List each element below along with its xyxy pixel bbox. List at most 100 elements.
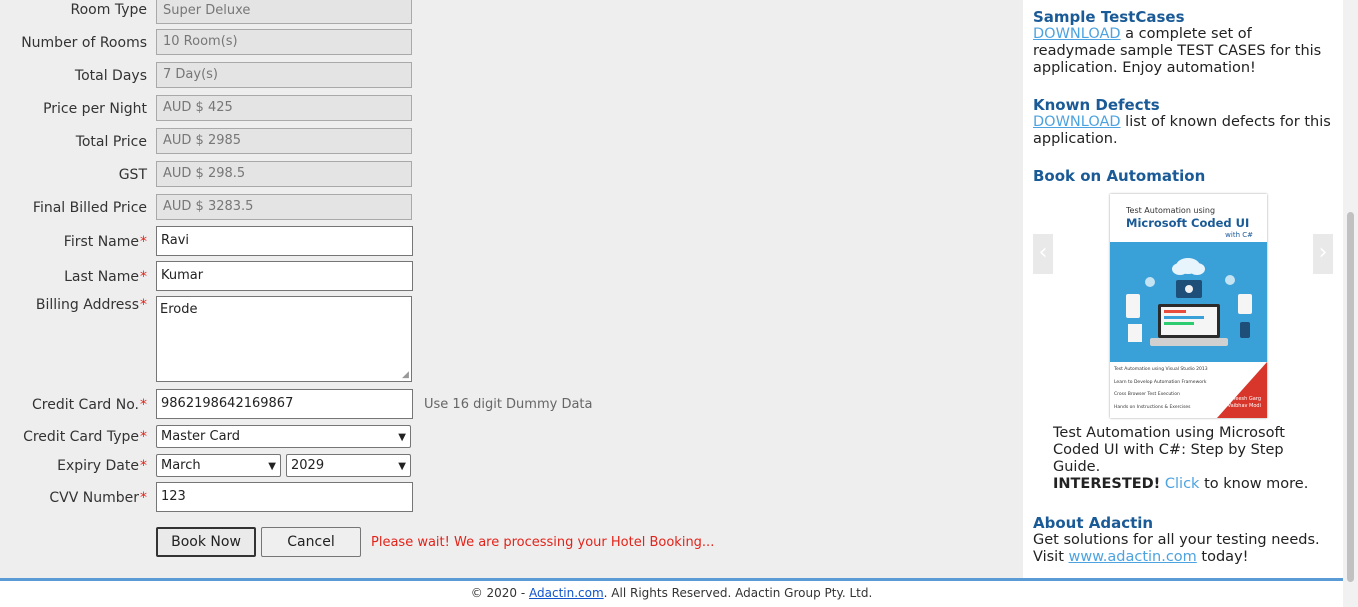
carousel-next-button[interactable]: › [1313, 234, 1333, 274]
total-days-field: 7 Day(s) [156, 62, 412, 88]
footer-prefix: © 2020 - [470, 586, 530, 600]
credit-card-type-label: Credit Card Type* [23, 429, 147, 445]
first-name-label: First Name* [64, 234, 147, 250]
required-mark: * [140, 458, 147, 474]
expiry-month-value: March [161, 458, 201, 473]
total-price-field: AUD $ 2985 [156, 128, 412, 154]
cvv-number-label: CVV Number* [49, 490, 147, 506]
about-adactin-heading: About Adactin [1033, 514, 1154, 532]
billing-address-label-text: Billing Address [35, 297, 139, 313]
chevron-right-icon: › [1318, 240, 1328, 265]
book-cover-footer: Test Automation using Visual Studio 2013… [1110, 362, 1267, 418]
visit-text: Visit [1033, 549, 1069, 565]
expiry-year-value: 2029 [291, 458, 325, 473]
expiry-date-label: Expiry Date* [57, 458, 147, 474]
expiry-month-select[interactable]: March ▼ [156, 454, 281, 477]
chevron-down-icon: ▼ [398, 461, 406, 472]
known-defects-download-link[interactable]: DOWNLOAD [1033, 114, 1121, 130]
about-adactin-line2: Visit www.adactin.com today! [1033, 549, 1338, 566]
total-price-label: Total Price [75, 134, 147, 150]
know-more-text: to know more. [1199, 476, 1309, 492]
credit-card-no-label-text: Credit Card No. [32, 397, 139, 413]
final-billed-price-label: Final Billed Price [32, 200, 147, 216]
footer: © 2020 - Adactin.com. All Rights Reserve… [0, 586, 1343, 600]
book-cover-bullet: Learn to Develop Automation Framework [1114, 379, 1207, 385]
final-billed-price-field: AUD $ 3283.5 [156, 194, 412, 220]
click-link[interactable]: Click [1165, 476, 1200, 492]
book-on-automation-heading: Book on Automation [1033, 167, 1206, 185]
book-description: Test Automation using Microsoft Coded UI… [1053, 425, 1285, 475]
cancel-button[interactable]: Cancel [261, 527, 361, 557]
book-cover-bullet: Test Automation using Visual Studio 2013 [1114, 367, 1208, 372]
required-mark: * [140, 490, 147, 506]
book-cover-bullet: Hands on Instructions & Exercises [1114, 404, 1191, 410]
book-cover-author: Vaibhav Modi [1227, 403, 1261, 409]
sample-testcases-heading: Sample TestCases [1033, 8, 1185, 26]
processing-message: Please wait! We are processing your Hote… [371, 535, 715, 550]
book-cover-image[interactable]: Test Automation using Microsoft Coded UI… [1110, 194, 1267, 418]
about-adactin-line1: Get solutions for all your testing needs… [1033, 532, 1320, 548]
credit-card-no-label: Credit Card No.* [32, 397, 147, 413]
first-name-label-text: First Name [63, 234, 139, 250]
required-mark: * [140, 297, 147, 313]
required-mark: * [140, 234, 147, 250]
last-name-label: Last Name* [64, 269, 147, 285]
required-mark: * [140, 429, 147, 445]
credit-card-no-input[interactable]: 9862198642169867 [156, 389, 413, 419]
gst-field: AUD $ 298.5 [156, 161, 412, 187]
book-cover-bullets: Test Automation using Visual Studio 2013… [1114, 364, 1224, 414]
credit-card-type-select[interactable]: Master Card ▼ [156, 425, 411, 448]
interested-text: INTERESTED! [1053, 476, 1161, 492]
expiry-year-select[interactable]: 2029 ▼ [286, 454, 411, 477]
vertical-scrollbar[interactable] [1343, 0, 1358, 607]
book-cover-illustration [1110, 242, 1267, 362]
required-mark: * [140, 397, 147, 413]
book-now-button[interactable]: Book Now [156, 527, 256, 557]
last-name-label-text: Last Name [64, 269, 139, 285]
today-text: today! [1196, 549, 1249, 565]
credit-card-hint: Use 16 digit Dummy Data [424, 397, 593, 412]
sample-testcases-text: DOWNLOAD a complete set of readymade sam… [1033, 26, 1338, 77]
gst-label: GST [118, 167, 147, 183]
book-interested-line: INTERESTED! Click to know more. [1053, 476, 1343, 493]
chevron-down-icon: ▼ [398, 432, 406, 443]
price-per-night-label: Price per Night [43, 101, 147, 117]
footer-suffix: . All Rights Reserved. Adactin Group Pty… [603, 586, 873, 600]
expiry-date-label-text: Expiry Date [57, 458, 139, 474]
chevron-left-icon: ‹ [1038, 240, 1048, 265]
book-cover-title: Microsoft Coded UI [1126, 216, 1250, 230]
resize-handle-icon[interactable]: ◢ [402, 370, 409, 380]
room-type-label: Room Type [70, 2, 147, 18]
about-adactin-text: Get solutions for all your testing needs… [1033, 532, 1338, 566]
booking-form-panel: Room Type Super Deluxe Number of Rooms 1… [0, 0, 1023, 578]
chevron-down-icon: ▼ [268, 461, 276, 472]
number-of-rooms-label: Number of Rooms [21, 35, 147, 51]
sidebar: Sample TestCases DOWNLOAD a complete set… [1023, 0, 1343, 578]
credit-card-type-label-text: Credit Card Type [23, 429, 139, 445]
book-cover-subtitle: Test Automation using [1126, 206, 1216, 215]
credit-card-type-value: Master Card [161, 429, 240, 444]
footer-adactin-link[interactable]: Adactin.com [529, 586, 604, 600]
book-cover-header: Test Automation using Microsoft Coded UI… [1110, 194, 1267, 242]
book-cover-bullet: Cross Browser Test Execution [1114, 392, 1180, 397]
required-mark: * [140, 269, 147, 285]
sample-testcases-download-link[interactable]: DOWNLOAD [1033, 26, 1121, 42]
billing-address-textarea[interactable]: Erode [156, 296, 412, 382]
scrollbar-thumb[interactable] [1347, 212, 1354, 582]
room-type-field: Super Deluxe [156, 0, 412, 24]
number-of-rooms-field: 10 Room(s) [156, 29, 412, 55]
first-name-input[interactable]: Ravi [156, 226, 413, 256]
last-name-input[interactable]: Kumar [156, 261, 413, 291]
cvv-number-label-text: CVV Number [49, 490, 139, 506]
cvv-number-input[interactable]: 123 [156, 482, 413, 512]
book-cover-with: with C# [1225, 231, 1253, 239]
carousel-prev-button[interactable]: ‹ [1033, 234, 1053, 274]
book-cover-authors: Navneesh Garg Vaibhav Modi [1222, 396, 1261, 410]
price-per-night-field: AUD $ 425 [156, 95, 412, 121]
adactin-website-link[interactable]: www.adactin.com [1069, 549, 1197, 565]
total-days-label: Total Days [74, 68, 147, 84]
laptop-illustration-icon [1110, 242, 1267, 362]
billing-address-label: Billing Address* [36, 297, 147, 313]
footer-divider [0, 578, 1343, 581]
known-defects-text: DOWNLOAD list of known defects for this … [1033, 114, 1338, 148]
